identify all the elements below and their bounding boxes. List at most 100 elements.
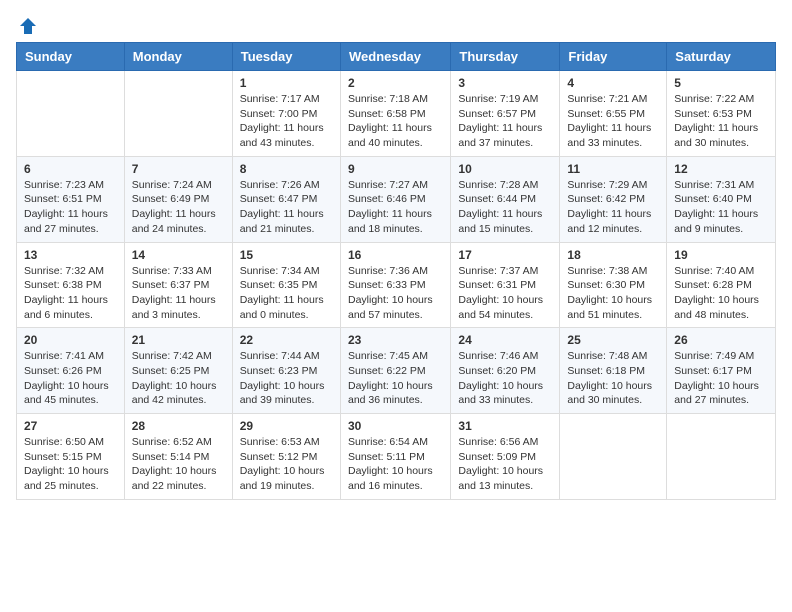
cell-content: Sunrise: 6:56 AM Sunset: 5:09 PM Dayligh… <box>458 435 552 494</box>
calendar-cell: 16Sunrise: 7:36 AM Sunset: 6:33 PM Dayli… <box>340 242 450 328</box>
calendar-cell: 30 Sunrise: 6:54 AM Sunset: 5:11 PM Dayli… <box>340 414 450 500</box>
cell-content: Sunrise: 7:23 AM Sunset: 6:51 PM Dayligh… <box>24 178 117 237</box>
cell-content: Sunrise: 7:34 AM Sunset: 6:35 PM Dayligh… <box>240 264 333 323</box>
cell-content: Sunrise: 7:49 AM Sunset: 6:17 PM Dayligh… <box>674 349 768 408</box>
cell-content: Sunrise: 7:38 AM Sunset: 6:30 PM Dayligh… <box>567 264 659 323</box>
calendar-cell <box>667 414 776 500</box>
calendar-cell: 22 Sunrise: 7:44 AM Sunset: 6:23 PM Dayli… <box>232 328 340 414</box>
calendar-cell: 13 Sunrise: 7:32 AM Sunset: 6:38 PM Dayli… <box>17 242 125 328</box>
calendar-cell: 24 Sunrise: 7:46 AM Sunset: 6:20 PM Dayli… <box>451 328 560 414</box>
day-number: 28 <box>132 419 225 433</box>
day-number: 21 <box>132 333 225 347</box>
calendar-cell: 29 Sunrise: 6:53 AM Sunset: 5:12 PM Dayli… <box>232 414 340 500</box>
cell-content: Sunrise: 7:22 AM Sunset: 6:53 PM Dayligh… <box>674 92 768 151</box>
cell-content: Sunrise: 7:36 AM Sunset: 6:33 PM Dayligh… <box>348 264 443 323</box>
day-number: 13 <box>24 248 117 262</box>
calendar-week-row: 1Sunrise: 7:17 AM Sunset: 7:00 PM Daylig… <box>17 71 776 157</box>
day-number: 3 <box>458 76 552 90</box>
calendar-cell: 5 Sunrise: 7:22 AM Sunset: 6:53 PM Daylig… <box>667 71 776 157</box>
cell-content: Sunrise: 7:32 AM Sunset: 6:38 PM Dayligh… <box>24 264 117 323</box>
calendar-cell: 20Sunrise: 7:41 AM Sunset: 6:26 PM Dayli… <box>17 328 125 414</box>
cell-content: Sunrise: 7:17 AM Sunset: 7:00 PM Dayligh… <box>240 92 333 151</box>
calendar-cell: 17 Sunrise: 7:37 AM Sunset: 6:31 PM Dayli… <box>451 242 560 328</box>
cell-content: Sunrise: 6:54 AM Sunset: 5:11 PM Dayligh… <box>348 435 443 494</box>
calendar-cell: 21 Sunrise: 7:42 AM Sunset: 6:25 PM Dayli… <box>124 328 232 414</box>
page-header <box>16 16 776 32</box>
cell-content: Sunrise: 7:18 AM Sunset: 6:58 PM Dayligh… <box>348 92 443 151</box>
day-number: 29 <box>240 419 333 433</box>
day-number: 5 <box>674 76 768 90</box>
cell-content: Sunrise: 7:21 AM Sunset: 6:55 PM Dayligh… <box>567 92 659 151</box>
day-number: 19 <box>674 248 768 262</box>
logo-icon <box>18 16 38 36</box>
day-number: 2 <box>348 76 443 90</box>
day-number: 26 <box>674 333 768 347</box>
day-number: 15 <box>240 248 333 262</box>
cell-content: Sunrise: 7:44 AM Sunset: 6:23 PM Dayligh… <box>240 349 333 408</box>
calendar-cell: 19 Sunrise: 7:40 AM Sunset: 6:28 PM Dayli… <box>667 242 776 328</box>
calendar-cell: 6 Sunrise: 7:23 AM Sunset: 6:51 PM Daylig… <box>17 156 125 242</box>
cell-content: Sunrise: 7:24 AM Sunset: 6:49 PM Dayligh… <box>132 178 225 237</box>
cell-content: Sunrise: 7:19 AM Sunset: 6:57 PM Dayligh… <box>458 92 552 151</box>
weekday-header: Thursday <box>451 43 560 71</box>
calendar-cell <box>560 414 667 500</box>
cell-content: Sunrise: 7:29 AM Sunset: 6:42 PM Dayligh… <box>567 178 659 237</box>
weekday-header: Tuesday <box>232 43 340 71</box>
day-number: 23 <box>348 333 443 347</box>
day-number: 24 <box>458 333 552 347</box>
calendar-cell: 3 Sunrise: 7:19 AM Sunset: 6:57 PM Daylig… <box>451 71 560 157</box>
calendar-cell: 18 Sunrise: 7:38 AM Sunset: 6:30 PM Dayli… <box>560 242 667 328</box>
cell-content: Sunrise: 7:45 AM Sunset: 6:22 PM Dayligh… <box>348 349 443 408</box>
calendar-cell: 7 Sunrise: 7:24 AM Sunset: 6:49 PM Daylig… <box>124 156 232 242</box>
cell-content: Sunrise: 7:33 AM Sunset: 6:37 PM Dayligh… <box>132 264 225 323</box>
calendar-cell: 2 Sunrise: 7:18 AM Sunset: 6:58 PM Daylig… <box>340 71 450 157</box>
calendar-cell <box>17 71 125 157</box>
cell-content: Sunrise: 7:26 AM Sunset: 6:47 PM Dayligh… <box>240 178 333 237</box>
calendar-cell: 23 Sunrise: 7:45 AM Sunset: 6:22 PM Dayli… <box>340 328 450 414</box>
calendar-cell: 28Sunrise: 6:52 AM Sunset: 5:14 PM Dayli… <box>124 414 232 500</box>
calendar-cell: 1Sunrise: 7:17 AM Sunset: 7:00 PM Daylig… <box>232 71 340 157</box>
calendar-cell <box>124 71 232 157</box>
calendar-cell: 25 Sunrise: 7:48 AM Sunset: 6:18 PM Dayli… <box>560 328 667 414</box>
calendar-cell: 11Sunrise: 7:29 AM Sunset: 6:42 PM Dayli… <box>560 156 667 242</box>
weekday-header: Wednesday <box>340 43 450 71</box>
calendar-cell: 10Sunrise: 7:28 AM Sunset: 6:44 PM Dayli… <box>451 156 560 242</box>
cell-content: Sunrise: 7:37 AM Sunset: 6:31 PM Dayligh… <box>458 264 552 323</box>
day-number: 25 <box>567 333 659 347</box>
calendar-cell: 4 Sunrise: 7:21 AM Sunset: 6:55 PM Daylig… <box>560 71 667 157</box>
cell-content: Sunrise: 7:42 AM Sunset: 6:25 PM Dayligh… <box>132 349 225 408</box>
cell-content: Sunrise: 7:31 AM Sunset: 6:40 PM Dayligh… <box>674 178 768 237</box>
calendar-cell: 12 Sunrise: 7:31 AM Sunset: 6:40 PM Dayli… <box>667 156 776 242</box>
day-number: 7 <box>132 162 225 176</box>
day-number: 18 <box>567 248 659 262</box>
calendar-cell: 8 Sunrise: 7:26 AM Sunset: 6:47 PM Daylig… <box>232 156 340 242</box>
day-number: 22 <box>240 333 333 347</box>
day-number: 8 <box>240 162 333 176</box>
weekday-header: Sunday <box>17 43 125 71</box>
day-number: 9 <box>348 162 443 176</box>
day-number: 12 <box>674 162 768 176</box>
day-number: 14 <box>132 248 225 262</box>
cell-content: Sunrise: 7:27 AM Sunset: 6:46 PM Dayligh… <box>348 178 443 237</box>
calendar-cell: 9 Sunrise: 7:27 AM Sunset: 6:46 PM Daylig… <box>340 156 450 242</box>
day-number: 6 <box>24 162 117 176</box>
weekday-header: Saturday <box>667 43 776 71</box>
cell-content: Sunrise: 7:40 AM Sunset: 6:28 PM Dayligh… <box>674 264 768 323</box>
calendar-header-row: SundayMondayTuesdayWednesdayThursdayFrid… <box>17 43 776 71</box>
weekday-header: Friday <box>560 43 667 71</box>
cell-content: Sunrise: 7:28 AM Sunset: 6:44 PM Dayligh… <box>458 178 552 237</box>
day-number: 30 <box>348 419 443 433</box>
calendar-week-row: 27Sunrise: 6:50 AM Sunset: 5:15 PM Dayli… <box>17 414 776 500</box>
calendar-cell: 15 Sunrise: 7:34 AM Sunset: 6:35 PM Dayli… <box>232 242 340 328</box>
calendar-week-row: 6 Sunrise: 7:23 AM Sunset: 6:51 PM Daylig… <box>17 156 776 242</box>
day-number: 4 <box>567 76 659 90</box>
cell-content: Sunrise: 6:53 AM Sunset: 5:12 PM Dayligh… <box>240 435 333 494</box>
logo <box>16 16 38 32</box>
calendar-cell: 31Sunrise: 6:56 AM Sunset: 5:09 PM Dayli… <box>451 414 560 500</box>
day-number: 17 <box>458 248 552 262</box>
cell-content: Sunrise: 7:46 AM Sunset: 6:20 PM Dayligh… <box>458 349 552 408</box>
calendar-week-row: 13 Sunrise: 7:32 AM Sunset: 6:38 PM Dayli… <box>17 242 776 328</box>
cell-content: Sunrise: 7:48 AM Sunset: 6:18 PM Dayligh… <box>567 349 659 408</box>
calendar-cell: 14 Sunrise: 7:33 AM Sunset: 6:37 PM Dayli… <box>124 242 232 328</box>
cell-content: Sunrise: 7:41 AM Sunset: 6:26 PM Dayligh… <box>24 349 117 408</box>
